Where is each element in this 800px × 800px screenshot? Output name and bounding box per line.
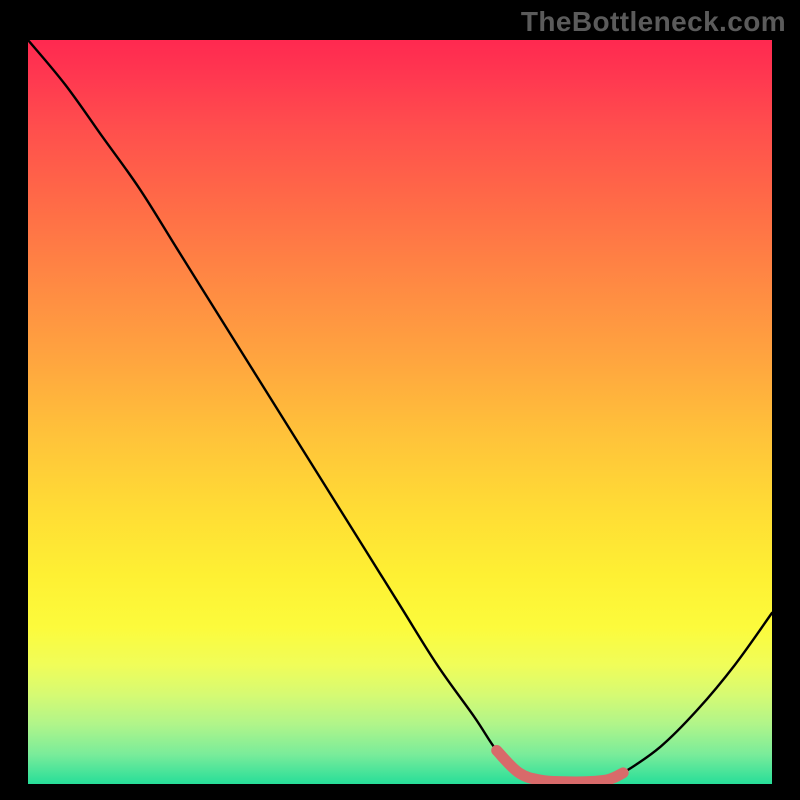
chart-container: TheBottleneck.com bbox=[0, 0, 800, 800]
watermark-text: TheBottleneck.com bbox=[521, 6, 786, 38]
optimal-zone-highlight bbox=[497, 751, 623, 783]
bottleneck-curve bbox=[28, 40, 772, 782]
plot-area bbox=[28, 40, 772, 784]
chart-svg bbox=[28, 40, 772, 784]
